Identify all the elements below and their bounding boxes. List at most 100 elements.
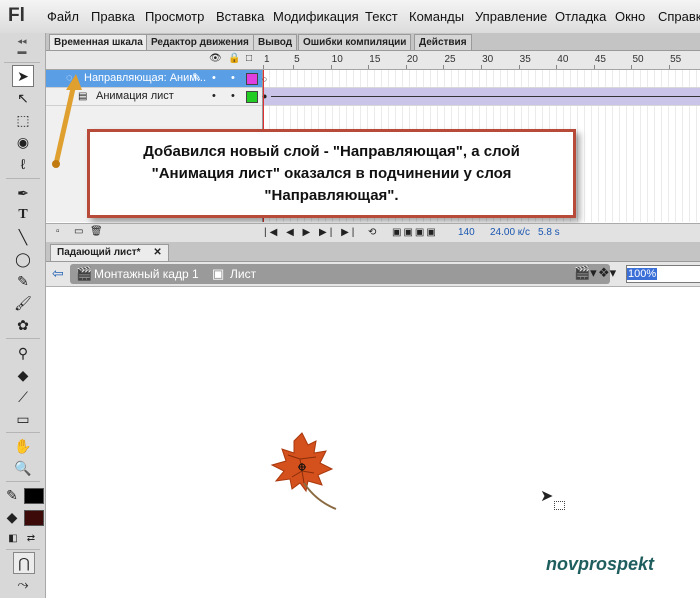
pen-tool-icon[interactable]: ✒: [13, 183, 33, 203]
menu-edit[interactable]: Правка: [91, 9, 135, 24]
tween-arrow: [271, 96, 700, 97]
ruler-label: 5: [294, 54, 300, 65]
mouse-cursor-icon: ➤: [540, 488, 554, 505]
ruler-tick: [518, 65, 520, 69]
stroke-color-swatch[interactable]: [24, 488, 44, 504]
pencil-tool-icon[interactable]: ✎: [13, 271, 33, 291]
ruler-tick: [556, 65, 558, 69]
tab-motion-editor[interactable]: Редактор движения: [146, 34, 254, 50]
oval-tool-icon[interactable]: ◯: [13, 249, 33, 269]
zoom-tool-icon[interactable]: 🔍: [13, 458, 33, 478]
frame-row-guide[interactable]: ○: [262, 70, 700, 88]
edit-bar: ⇦ 🎬 Монтажный кадр 1 ▣ Лист 🎬▾ ❖▾ 100%: [46, 262, 700, 287]
tab-compiler-errors[interactable]: Ошибки компиляции: [298, 34, 412, 50]
edit-symbols-icon[interactable]: ❖▾: [598, 265, 616, 281]
fill-color-icon: ◆: [6, 509, 18, 525]
watermark: novprospekt: [546, 554, 655, 574]
menu-text[interactable]: Текст: [365, 9, 398, 24]
ruler-tick: [669, 65, 671, 69]
paint-bucket-tool-icon[interactable]: ◆: [13, 365, 33, 385]
ruler-label: 50: [632, 54, 644, 65]
ruler-tick: [631, 65, 633, 69]
ruler-tick: [368, 65, 370, 69]
onion-skin-icon[interactable]: ▣▣▣▣: [392, 227, 438, 238]
subselection-tool-icon[interactable]: ↖: [13, 88, 33, 108]
back-arrow-icon[interactable]: ⇦: [52, 265, 64, 282]
bone-tool-icon[interactable]: ⚲: [13, 343, 33, 363]
eraser-tool-icon[interactable]: ▭: [13, 409, 33, 429]
menu-control[interactable]: Управление: [475, 9, 547, 24]
breadcrumb-symbol[interactable]: Лист: [230, 267, 256, 281]
menu-commands[interactable]: Команды: [409, 9, 464, 24]
callout-line-3: "Направляющая".: [264, 187, 399, 204]
elapsed-time-value[interactable]: 5.8 s: [538, 227, 560, 238]
tools-divider: [6, 338, 40, 339]
ruler-label: 40: [557, 54, 569, 65]
menu-debug[interactable]: Отладка: [555, 9, 606, 24]
menu-insert[interactable]: Вставка: [216, 9, 264, 24]
delete-layer-icon[interactable]: 🗑: [90, 226, 103, 237]
frame-ruler[interactable]: 1 5 10 15 20 25 30 35 40 45 50 55: [263, 51, 700, 69]
menu-modify[interactable]: Модификация: [273, 9, 359, 24]
ruler-label: 45: [594, 54, 606, 65]
ruler-label: 35: [519, 54, 531, 65]
tab-output[interactable]: Вывод: [253, 34, 298, 50]
selection-tool-icon[interactable]: ➤: [12, 65, 34, 87]
ruler-tick: [593, 65, 595, 69]
lasso-tool-icon[interactable]: ℓ: [13, 154, 33, 174]
brush-tool-icon[interactable]: 🖌: [13, 293, 33, 313]
menu-file[interactable]: Файл: [47, 9, 79, 24]
close-icon[interactable]: ✕: [153, 247, 161, 258]
ruler-tick: [443, 65, 445, 69]
document-tab[interactable]: Падающий лист* ✕: [50, 244, 169, 261]
default-colors-icon[interactable]: ◧: [6, 529, 20, 549]
3d-rotation-tool-icon[interactable]: ◉: [13, 132, 33, 152]
tools-panel: ◂◂ ▬ ➤ ↖ ⬚ ◉ ℓ ✒ T ╲ ◯ ✎ 🖌 ✿ ⚲ ◆ ⟋ ▭ ✋ 🔍 …: [0, 33, 46, 598]
ruler-label: 15: [369, 54, 381, 65]
panel-tabs: Временная шкала Редактор движения Вывод …: [46, 33, 700, 51]
edit-scene-icon[interactable]: 🎬▾: [574, 265, 597, 281]
menu-view[interactable]: Просмотр: [145, 9, 204, 24]
callout-line-2: "Анимация лист" оказался в подчинении у …: [151, 165, 512, 182]
smooth-icon[interactable]: ⤳: [13, 574, 33, 594]
playback-controls-icon[interactable]: |◀ ◀ ▶ ▶| ▶|: [264, 227, 357, 238]
zoom-value: 100%: [627, 268, 658, 280]
current-frame-value[interactable]: 140: [458, 227, 475, 238]
menu-bar: Fl Файл Правка Просмотр Вставка Модифика…: [0, 0, 700, 34]
menu-help[interactable]: Справка: [658, 9, 700, 24]
tab-actions[interactable]: Действия: [414, 34, 472, 50]
frame-row-leaf[interactable]: ●: [262, 88, 700, 106]
text-tool-icon[interactable]: T: [13, 205, 33, 225]
snap-to-objects-icon[interactable]: ⋂: [13, 552, 35, 574]
breadcrumb-scene[interactable]: Монтажный кадр 1: [94, 267, 199, 281]
ruler-tick: [330, 65, 332, 69]
swap-colors-icon[interactable]: ⇄: [24, 529, 38, 549]
ruler-label: 30: [482, 54, 494, 65]
new-folder-icon[interactable]: ▭: [74, 226, 83, 237]
fill-color-swatch[interactable]: [24, 510, 44, 526]
maple-leaf-image[interactable]: [268, 429, 340, 513]
zoom-input[interactable]: 100%: [626, 265, 700, 283]
lock-icon[interactable]: 🔒: [228, 53, 240, 64]
free-transform-tool-icon[interactable]: ⬚: [13, 110, 33, 130]
stage[interactable]: ➤: [46, 287, 700, 598]
outline-icon[interactable]: □: [246, 53, 252, 64]
new-layer-icon[interactable]: ▫: [56, 226, 60, 237]
document-tab-label: Падающий лист*: [57, 247, 141, 258]
tools-divider: [6, 178, 40, 179]
deco-tool-icon[interactable]: ✿: [13, 315, 33, 335]
menu-window[interactable]: Окно: [615, 9, 645, 24]
ruler-tick: [293, 65, 295, 69]
ruler-label: 20: [406, 54, 418, 65]
tab-timeline[interactable]: Временная шкала: [49, 34, 148, 50]
eyedropper-tool-icon[interactable]: ⟋: [13, 387, 33, 407]
frame-rate-value[interactable]: 24.00 к/с: [490, 227, 530, 238]
line-tool-icon[interactable]: ╲: [13, 227, 33, 247]
loop-icon[interactable]: ⟲: [368, 227, 376, 238]
ruler-tick: [263, 65, 264, 69]
timeline-header: 👁 🔒 □ 1 5 10 15 20 25 30 35 40 45 50 55: [46, 51, 700, 70]
ruler-tick: [481, 65, 483, 69]
hand-tool-icon[interactable]: ✋: [13, 436, 33, 456]
tools-panel-grip[interactable]: ◂◂ ▬: [4, 36, 40, 63]
eye-icon[interactable]: 👁: [209, 53, 222, 64]
